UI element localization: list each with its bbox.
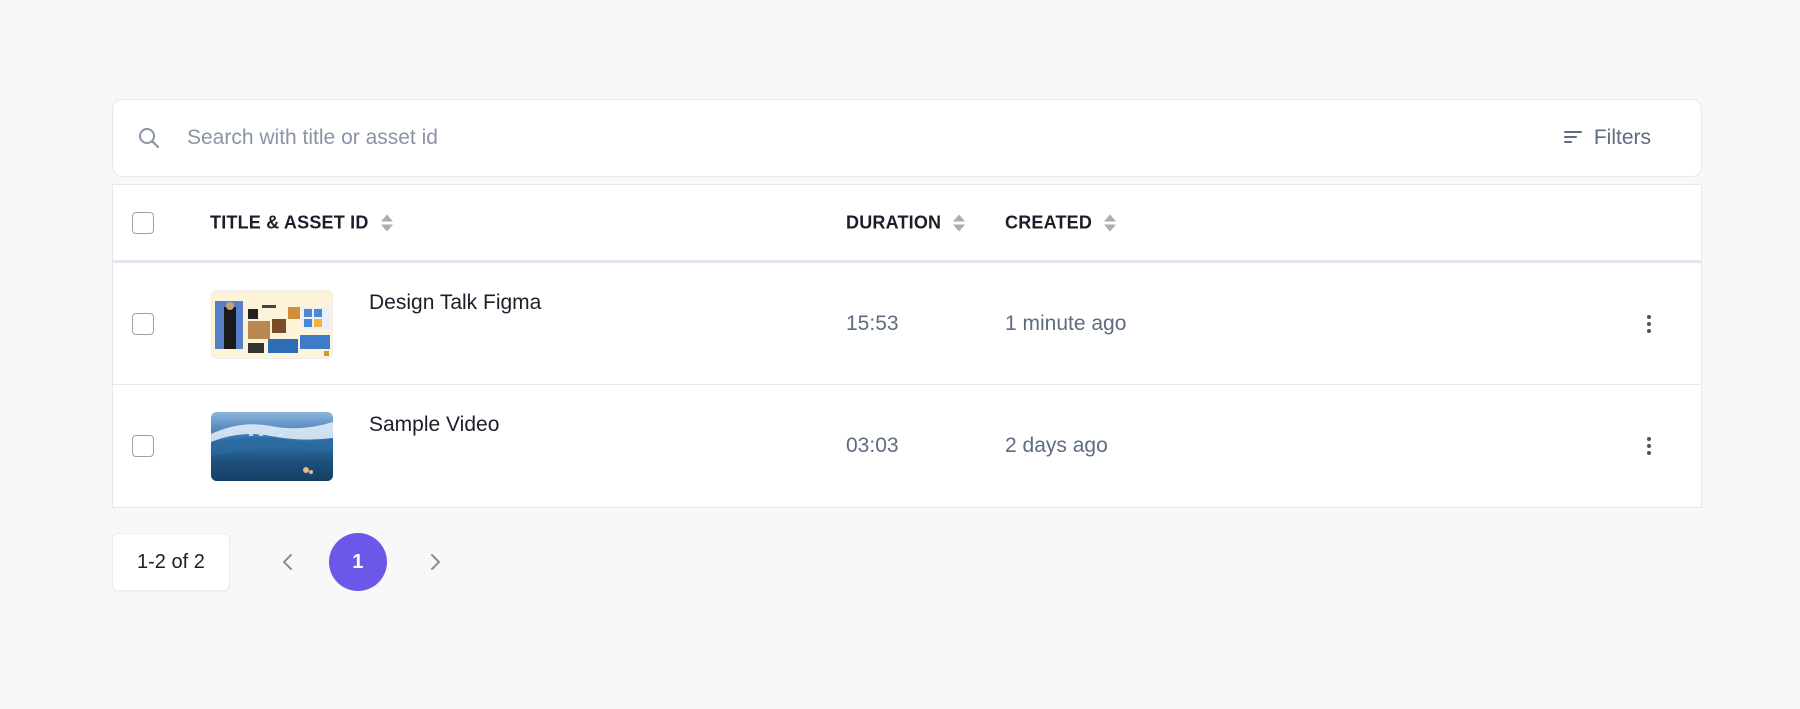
more-options-icon[interactable] — [1639, 434, 1659, 458]
row-title[interactable]: Sample Video — [369, 413, 499, 437]
select-all-checkbox[interactable] — [132, 211, 154, 234]
row-checkbox[interactable] — [132, 312, 154, 335]
sort-icon[interactable] — [1104, 214, 1117, 231]
search-input[interactable] — [185, 125, 1564, 151]
column-duration[interactable]: DURATION — [846, 212, 966, 233]
video-thumbnail[interactable] — [211, 412, 333, 481]
row-duration: 03:03 — [846, 434, 899, 457]
column-label: DURATION — [846, 212, 942, 232]
chevron-right-icon[interactable] — [421, 547, 451, 577]
table-row[interactable]: Design Talk Figma 15:53 1 minute ago — [113, 263, 1701, 385]
row-checkbox[interactable] — [132, 435, 154, 457]
pagination-range: 1-2 of 2 — [112, 533, 230, 591]
column-label: TITLE & ASSET ID — [210, 212, 369, 232]
column-created[interactable]: CREATED — [1005, 212, 1117, 233]
filters-label: Filters — [1593, 126, 1651, 149]
column-label: CREATED — [1005, 212, 1093, 232]
page-button-current[interactable]: 1 — [328, 533, 387, 591]
row-title[interactable]: Design Talk Figma — [369, 291, 541, 315]
more-options-icon[interactable] — [1639, 312, 1659, 336]
column-title-asset-id[interactable]: TITLE & ASSET ID — [210, 212, 393, 233]
video-thumbnail[interactable] — [211, 290, 333, 359]
sort-icon[interactable] — [953, 214, 966, 231]
asset-library: Filters TITLE & ASSET ID DURATION CREATE… — [112, 99, 1702, 591]
row-created: 1 minute ago — [1005, 311, 1127, 335]
table-header: TITLE & ASSET ID DURATION CREATED — [113, 185, 1701, 263]
filter-icon — [1563, 126, 1582, 150]
table-row[interactable]: Sample Video 03:03 2 days ago — [113, 385, 1701, 507]
search-bar: Filters — [112, 99, 1702, 177]
chevron-left-icon[interactable] — [272, 547, 302, 577]
pagination: 1-2 of 2 1 — [112, 533, 1702, 591]
search-icon — [137, 126, 161, 150]
sort-icon[interactable] — [380, 214, 393, 231]
assets-table: TITLE & ASSET ID DURATION CREATED Design… — [112, 184, 1702, 508]
row-duration: 15:53 — [846, 311, 899, 335]
row-created: 2 days ago — [1005, 434, 1108, 457]
filters-button[interactable]: Filters — [1563, 126, 1651, 150]
